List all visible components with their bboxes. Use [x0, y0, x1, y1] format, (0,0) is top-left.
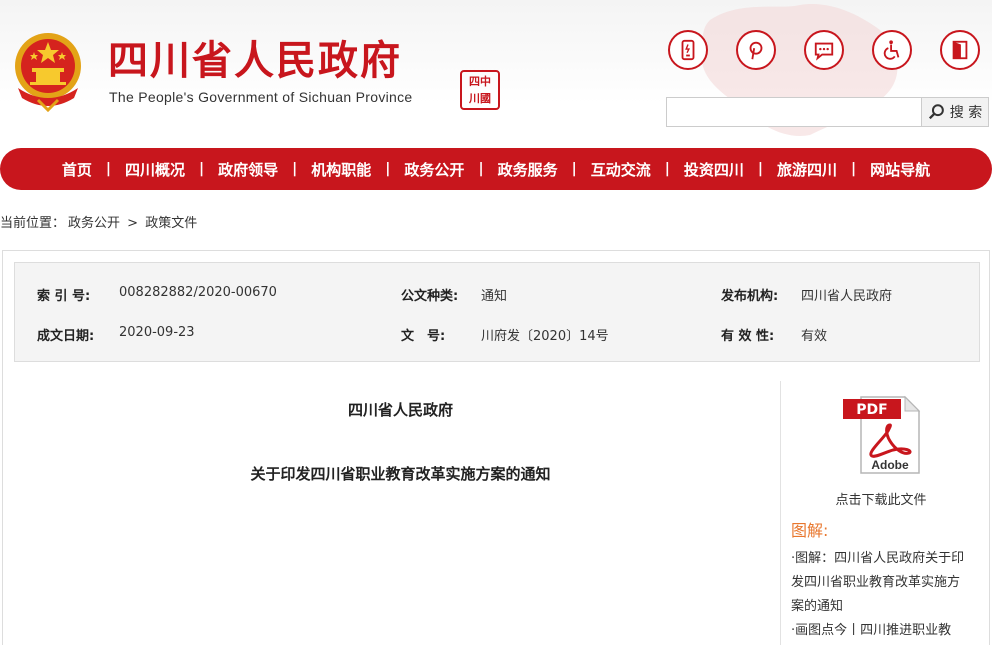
site-header: 四川省人民政府 The People's Government of Sichu… [0, 0, 992, 148]
nav-item-home[interactable]: 首页 [48, 159, 106, 180]
pdf-badge-text: PDF [856, 402, 887, 418]
header-tools [668, 30, 980, 70]
nav-item-tourism[interactable]: 旅游四川 [763, 159, 851, 180]
document-metadata: 索 引 号: 008282882/2020-00670 公文种类: 通知 发布机… [14, 262, 980, 362]
pdf-download-icon[interactable]: PDF Adobe [843, 395, 923, 477]
site-title: 四川省人民政府 [108, 37, 402, 84]
publisher-label: 发布机构: [721, 289, 779, 304]
search-input[interactable] [667, 98, 921, 126]
accessibility-icon[interactable] [872, 30, 912, 70]
index-number-value: 008282882/2020-00670 [119, 285, 277, 300]
document-title: 关于印发四川省职业教育改革实施方案的通知 [250, 465, 551, 483]
weibo-icon[interactable] [736, 30, 776, 70]
index-number-label: 索 引 号: [37, 289, 91, 304]
adobe-brand-text: Adobe [871, 458, 909, 472]
doc-number-label: 文 号: [401, 329, 446, 344]
nav-item-institutions[interactable]: 机构职能 [297, 159, 385, 180]
infographic-link[interactable]: ·图解：四川省人民政府关于印发四川省职业教育改革实施方案的通知 [791, 547, 971, 619]
column-divider [780, 381, 781, 645]
search-button-label: 搜 索 [949, 105, 983, 121]
download-file-link[interactable]: 点击下载此文件 [789, 489, 973, 508]
breadcrumb-separator: > [127, 216, 139, 231]
issue-date-label: 成文日期: [37, 329, 95, 344]
breadcrumb-policy-documents[interactable]: 政策文件 [145, 216, 197, 231]
validity-value: 有效 [801, 329, 828, 344]
search-box: 搜 索 [666, 97, 989, 127]
exit-icon[interactable] [940, 30, 980, 70]
issue-date-value: 2020-09-23 [119, 325, 195, 340]
national-emblem-icon [15, 33, 81, 112]
nav-item-interaction[interactable]: 互动交流 [577, 159, 665, 180]
nav-item-open-government[interactable]: 政务公开 [390, 159, 478, 180]
nav-item-services[interactable]: 政务服务 [484, 159, 572, 180]
mobile-icon[interactable] [668, 30, 708, 70]
nav-item-sitemap[interactable]: 网站导航 [856, 159, 944, 180]
doc-category-value: 通知 [481, 289, 508, 304]
search-button[interactable]: 搜 索 [921, 98, 988, 126]
breadcrumb: 当前位置： 政务公开 > 政策文件 [0, 212, 200, 231]
nav-item-invest[interactable]: 投资四川 [670, 159, 758, 180]
publisher-value: 四川省人民政府 [801, 289, 893, 304]
doc-category-label: 公文种类: [401, 289, 459, 304]
message-icon[interactable] [804, 30, 844, 70]
seal-logo: 四中 川國 [460, 70, 500, 110]
infographic-link[interactable]: ·画图点今丨四川推进职业教 [791, 619, 971, 643]
infographic-heading: 图解: [791, 521, 829, 540]
infographic-links: ·图解：四川省人民政府关于印发四川省职业教育改革实施方案的通知 ·画图点今丨四川… [791, 547, 971, 643]
document-issuer: 四川省人民政府 [347, 401, 453, 419]
document-panel: 索 引 号: 008282882/2020-00670 公文种类: 通知 发布机… [2, 250, 990, 645]
main-nav: 首页 | 四川概况 | 政府领导 | 机构职能 | 政务公开 | 政务服务 | … [0, 148, 992, 190]
nav-item-overview[interactable]: 四川概况 [111, 159, 199, 180]
breadcrumb-open-government[interactable]: 政务公开 [68, 216, 120, 231]
search-icon [928, 104, 944, 120]
nav-item-leaders[interactable]: 政府领导 [204, 159, 292, 180]
validity-label: 有 效 性: [721, 329, 775, 344]
site-subtitle: The People's Government of Sichuan Provi… [109, 89, 413, 105]
breadcrumb-prefix: 当前位置： [0, 216, 66, 231]
doc-number-value: 川府发〔2020〕14号 [481, 329, 609, 344]
